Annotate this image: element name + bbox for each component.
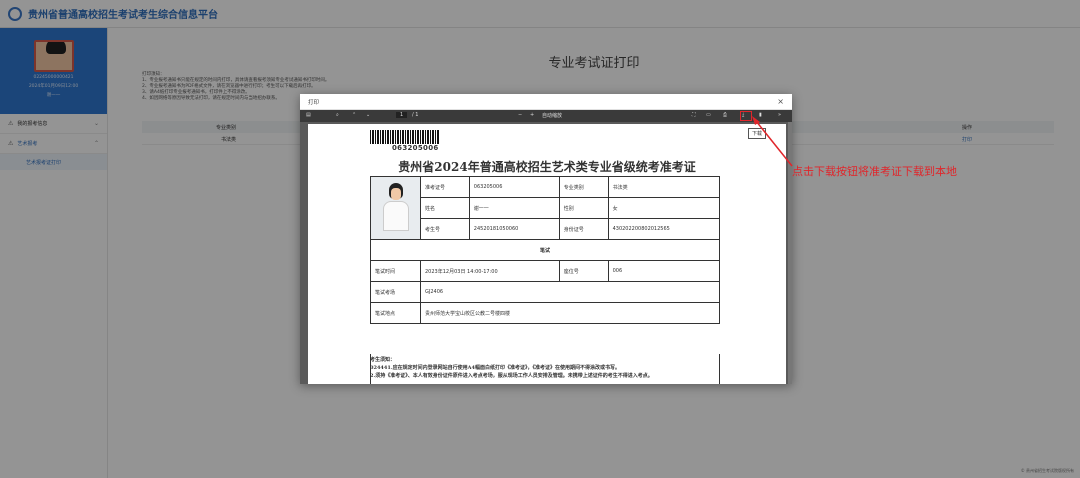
annotation-arrow-icon [752,116,793,167]
annotation-text: 点击下载按钮将准考证下载到本地 [792,165,957,178]
app-root: 贵州省普通高校招生考试考生综合信息平台 02245000000421 2024年… [0,0,1080,478]
